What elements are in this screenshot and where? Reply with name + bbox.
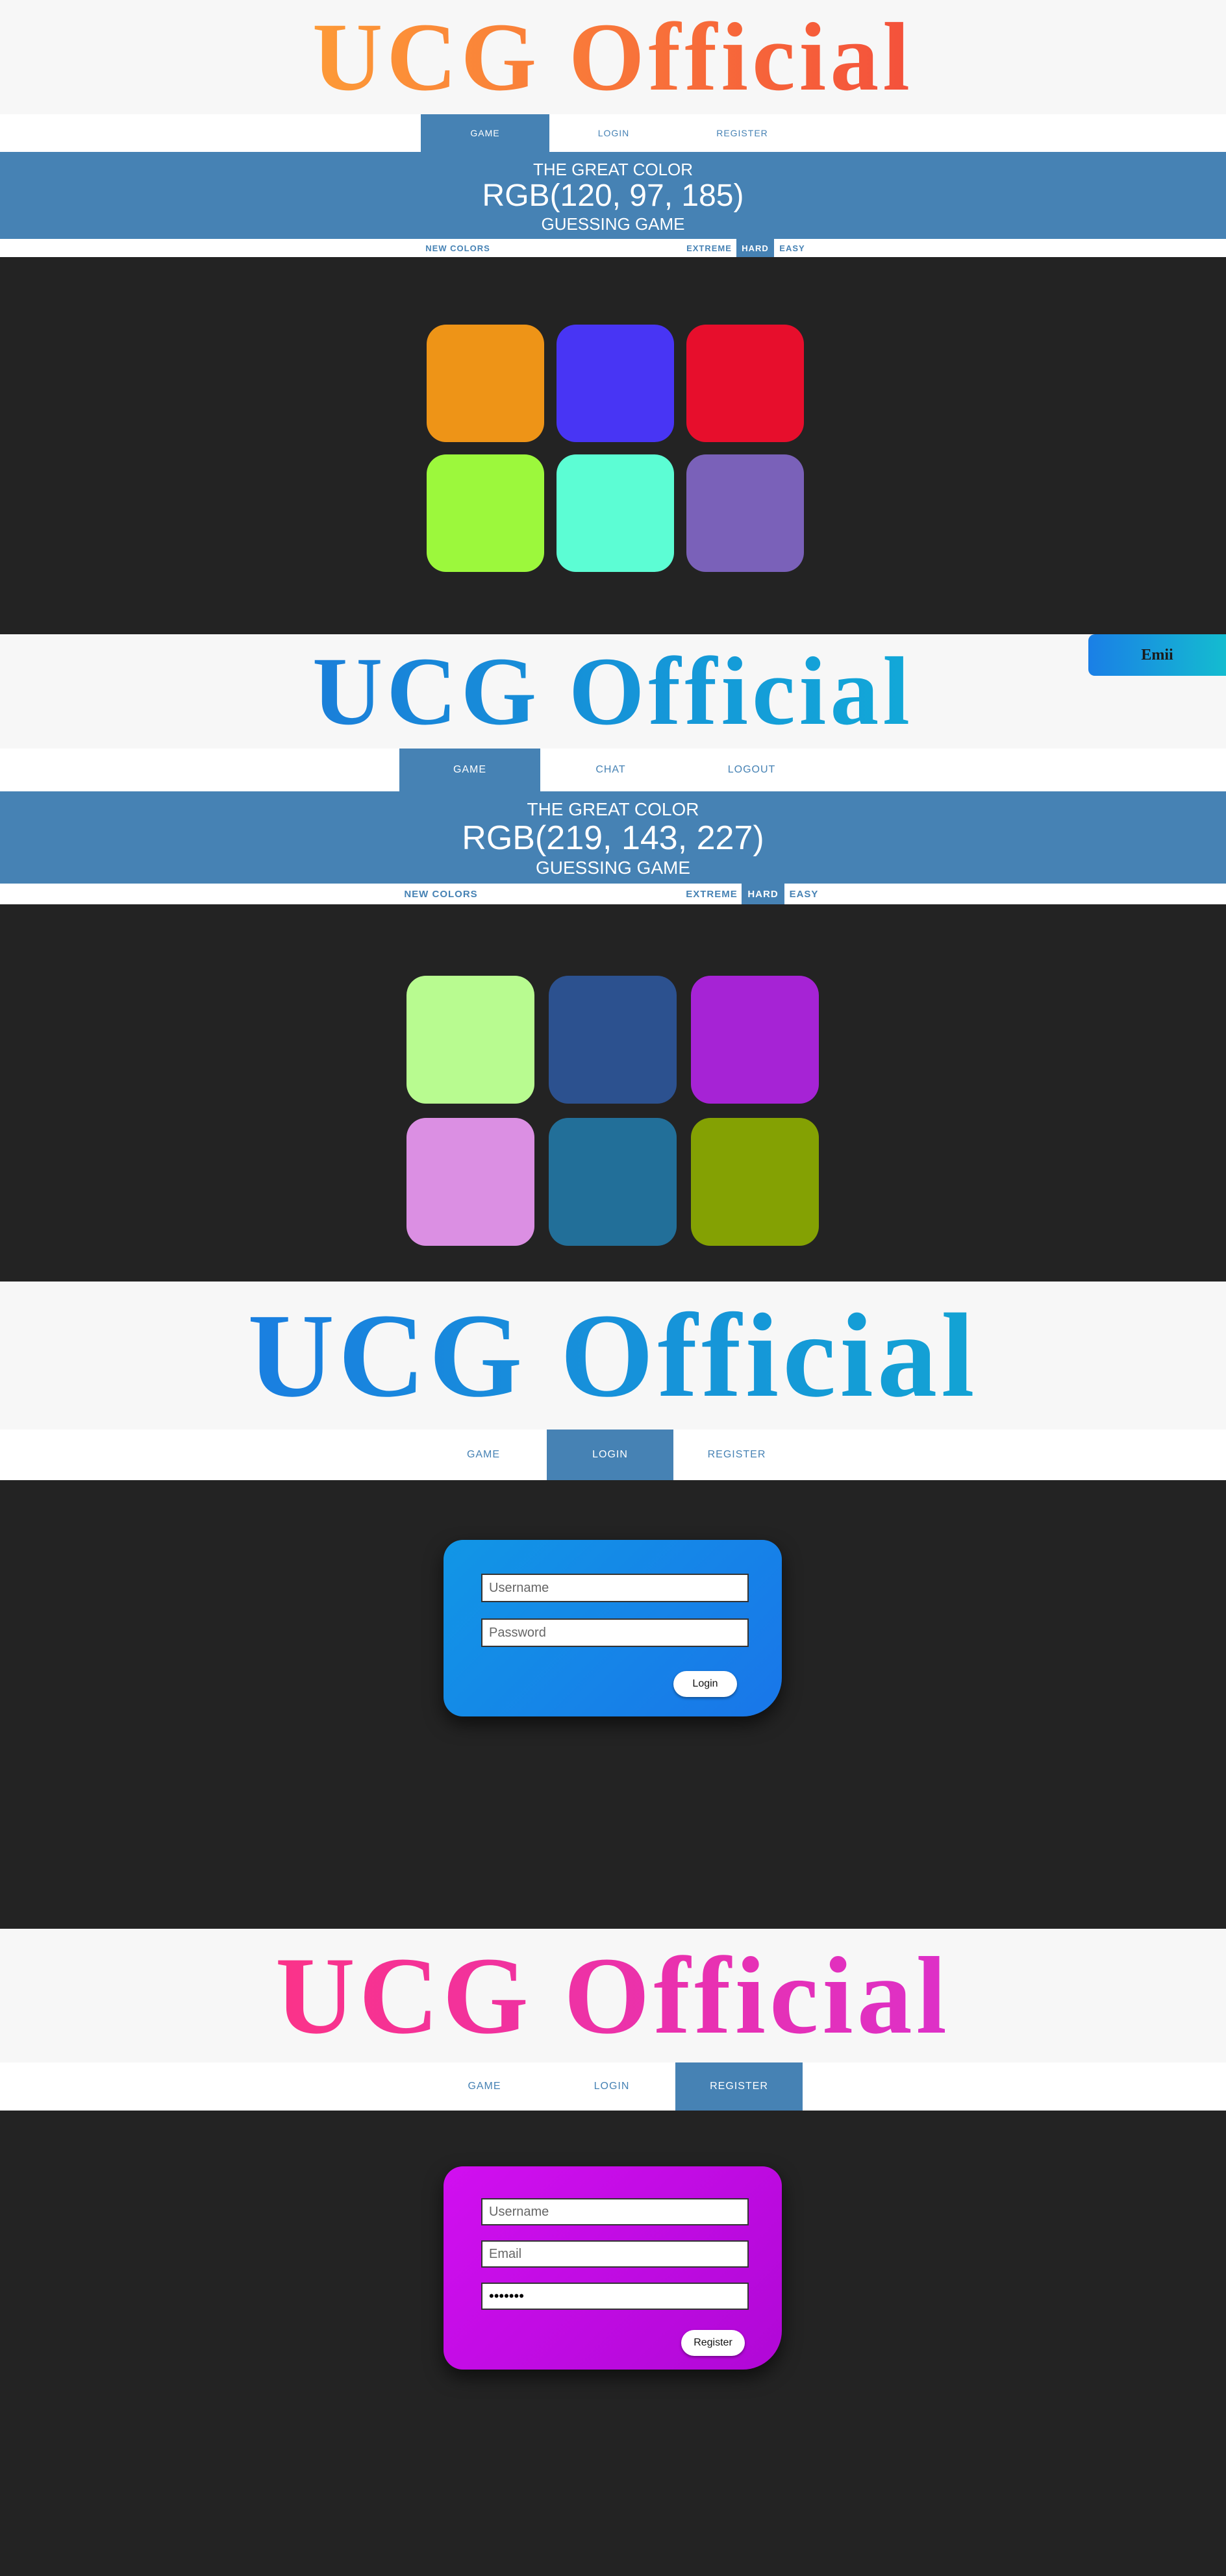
banner-line-3: GUESSING GAME — [535, 858, 691, 878]
register-button[interactable]: Register — [681, 2330, 745, 2356]
new-colors-button[interactable]: NEW COLORS — [422, 239, 494, 257]
color-square[interactable] — [686, 454, 804, 572]
mode-extreme-button[interactable]: EXTREME — [682, 239, 736, 257]
color-square[interactable] — [691, 1118, 819, 1246]
nav-tab-game[interactable]: GAME — [421, 2062, 548, 2111]
mode-extreme-button[interactable]: EXTREME — [682, 884, 742, 904]
header: UCG Official — [0, 634, 1226, 749]
nav-tab-game[interactable]: GAME — [421, 114, 549, 152]
username-field[interactable] — [481, 2198, 749, 2225]
nav-tab-login[interactable]: LOGIN — [547, 1430, 673, 1480]
nav-bar: GAME CHAT LOGOUT — [0, 749, 1226, 791]
login-form: Login — [444, 1540, 782, 1716]
nav-tab-game[interactable]: GAME — [399, 749, 540, 791]
mode-easy-button[interactable]: EASY — [774, 239, 810, 257]
game-screen-guest: UCG Official GAME LOGIN REGISTER THE GRE… — [0, 0, 1226, 634]
mode-hard-button[interactable]: HARD — [736, 239, 774, 257]
site-logo[interactable]: UCG Official — [247, 1296, 978, 1416]
banner-line-3: GUESSING GAME — [541, 214, 685, 234]
login-screen: UCG Official GAME LOGIN REGISTER Login — [0, 1282, 1226, 1929]
banner-line-1: THE GREAT COLOR — [527, 799, 699, 819]
nav-bar: GAME LOGIN REGISTER — [0, 114, 1226, 152]
nav-bar: GAME LOGIN REGISTER — [0, 2062, 1226, 2111]
header: UCG Official — [0, 1929, 1226, 2062]
color-square[interactable] — [427, 454, 544, 572]
nav-tab-login[interactable]: LOGIN — [549, 114, 678, 152]
email-field[interactable] — [481, 2240, 749, 2268]
color-square[interactable] — [407, 976, 534, 1104]
target-rgb: RGB(219, 143, 227) — [462, 819, 764, 857]
color-square[interactable] — [691, 976, 819, 1104]
color-square[interactable] — [549, 1118, 677, 1246]
nav-bar: GAME LOGIN REGISTER — [0, 1430, 1226, 1480]
nav-tab-register[interactable]: REGISTER — [678, 114, 807, 152]
nav-tab-logout[interactable]: LOGOUT — [681, 749, 822, 791]
color-square[interactable] — [686, 325, 804, 442]
header: UCG Official — [0, 0, 1226, 114]
title-banner: THE GREAT COLOR RGB(219, 143, 227) GUESS… — [0, 791, 1226, 884]
color-square[interactable] — [557, 454, 674, 572]
mode-easy-button[interactable]: EASY — [784, 884, 823, 904]
color-square[interactable] — [427, 325, 544, 442]
nav-tab-login[interactable]: LOGIN — [548, 2062, 675, 2111]
color-square[interactable] — [407, 1118, 534, 1246]
game-toolbar: NEW COLORS EXTREME HARD EASY — [0, 884, 1226, 904]
site-logo[interactable]: UCG Official — [312, 8, 914, 106]
site-logo[interactable]: UCG Official — [312, 643, 914, 740]
mode-hard-button[interactable]: HARD — [742, 884, 784, 904]
nav-tab-register[interactable]: REGISTER — [673, 1430, 800, 1480]
password-field[interactable] — [481, 1618, 749, 1647]
game-toolbar: NEW COLORS EXTREME HARD EASY — [0, 239, 1226, 257]
color-square[interactable] — [549, 976, 677, 1104]
password-field[interactable] — [481, 2283, 749, 2310]
register-form: Register — [444, 2166, 782, 2370]
site-logo[interactable]: UCG Official — [275, 1940, 951, 2051]
target-rgb: RGB(120, 97, 185) — [482, 179, 744, 213]
nav-tab-chat[interactable]: CHAT — [540, 749, 681, 791]
banner-line-1: THE GREAT COLOR — [532, 160, 694, 179]
login-button[interactable]: Login — [673, 1671, 737, 1697]
game-screen-user: UCG Official Emii GAME CHAT LOGOUT THE G… — [0, 634, 1226, 1282]
username-field[interactable] — [481, 1574, 749, 1602]
nav-tab-register[interactable]: REGISTER — [675, 2062, 803, 2111]
title-banner: THE GREAT COLOR RGB(120, 97, 185) GUESSI… — [0, 152, 1226, 239]
header: UCG Official — [0, 1282, 1226, 1430]
user-menu-button[interactable]: Emii — [1088, 634, 1226, 676]
nav-tab-game[interactable]: GAME — [420, 1430, 547, 1480]
register-screen: UCG Official GAME LOGIN REGISTER Registe… — [0, 1929, 1226, 2576]
color-square[interactable] — [557, 325, 674, 442]
new-colors-button[interactable]: NEW COLORS — [403, 884, 479, 904]
